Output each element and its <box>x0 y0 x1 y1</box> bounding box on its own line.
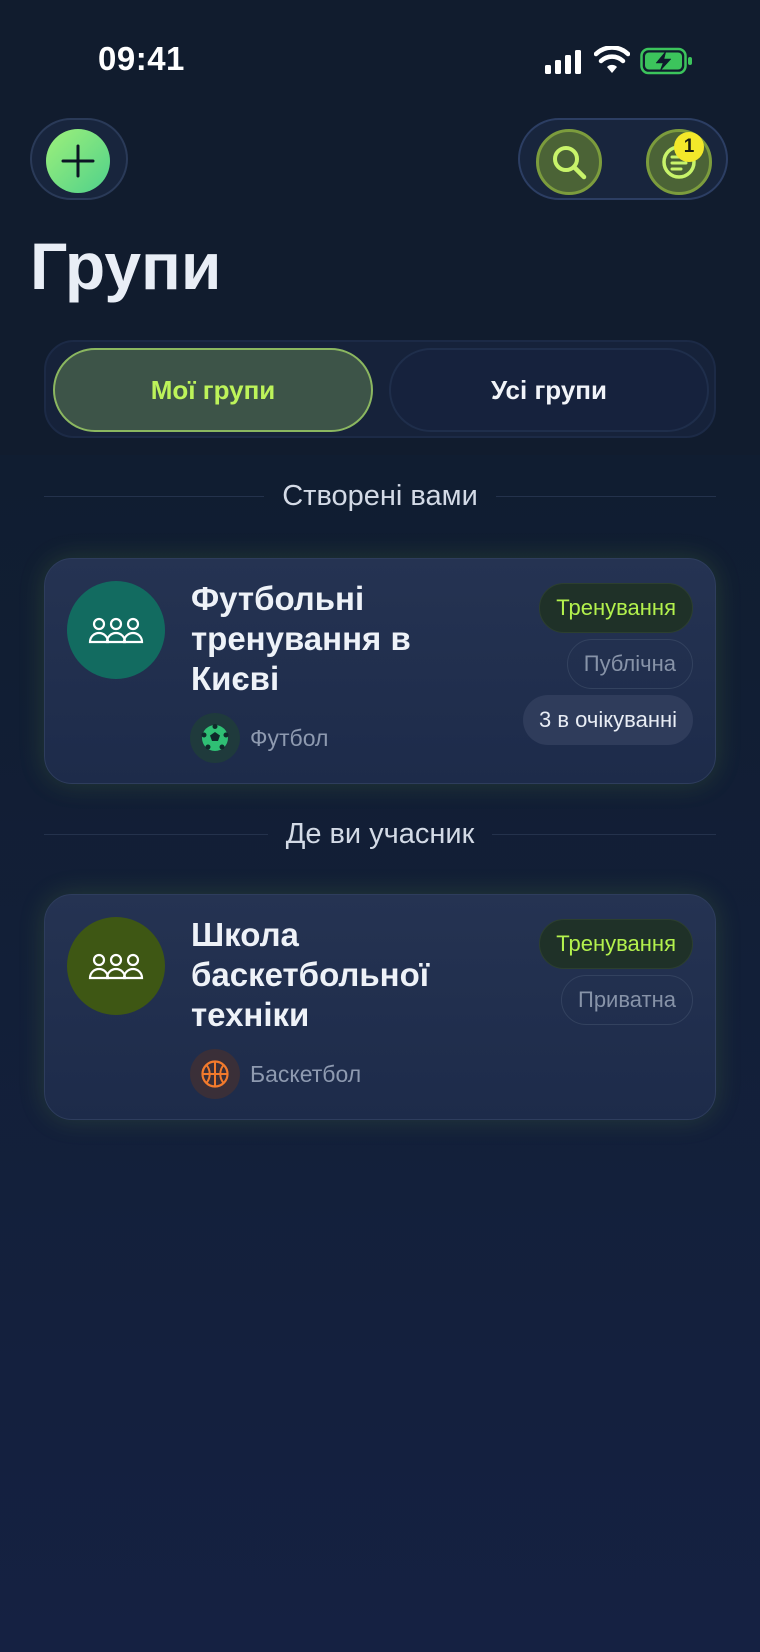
section-member-label: Де ви учасник <box>285 818 475 850</box>
plus-icon <box>61 144 95 178</box>
group-title: Школа баскетбольної техніки <box>191 916 430 1033</box>
section-created-label: Створені вами <box>282 480 478 512</box>
group-card[interactable]: Футбольні тренування в Києві Футбол Трен… <box>44 558 716 784</box>
status-time: 09:41 <box>98 40 185 77</box>
group-avatar <box>67 581 165 679</box>
visibility-tag: Приватна <box>561 975 693 1025</box>
type-tag: Тренування <box>539 919 693 969</box>
sport-row: Баскетбол <box>190 1049 361 1099</box>
soccer-ball-icon <box>190 713 240 763</box>
type-tag: Тренування <box>539 583 693 633</box>
divider <box>44 834 268 835</box>
divider <box>495 496 716 497</box>
sport-label: Баскетбол <box>250 1060 362 1087</box>
section-created-header: Створені вами <box>44 480 716 513</box>
divider <box>44 496 265 497</box>
people-icon <box>88 617 144 644</box>
sport-row: Футбол <box>190 713 328 763</box>
group-avatar <box>67 917 165 1015</box>
signal-icon <box>545 50 581 74</box>
add-group-button[interactable] <box>46 129 110 193</box>
page-title: Групи <box>30 229 222 303</box>
tab-my-groups[interactable]: Мої групи <box>53 348 373 432</box>
wifi-icon <box>594 46 630 73</box>
battery-icon <box>640 47 692 75</box>
group-card[interactable]: Школа баскетбольної техніки Баскетбол Тр… <box>44 894 716 1120</box>
sport-label: Футбол <box>250 724 329 751</box>
divider <box>492 834 717 835</box>
group-tabs: Мої групи Усі групи <box>44 340 716 438</box>
section-member-header: Де ви учасник <box>44 818 717 851</box>
add-group-button-container <box>30 118 128 200</box>
search-button[interactable] <box>536 129 602 195</box>
people-icon <box>88 953 144 980</box>
notification-badge: 1 <box>674 132 704 162</box>
search-icon <box>553 146 587 180</box>
group-title: Футбольні тренування в Києві <box>191 580 411 697</box>
basketball-icon <box>190 1049 240 1099</box>
tab-all-groups[interactable]: Усі групи <box>389 348 709 432</box>
pending-tag: 3 в очікуванні <box>523 695 693 745</box>
visibility-tag: Публічна <box>566 639 693 689</box>
